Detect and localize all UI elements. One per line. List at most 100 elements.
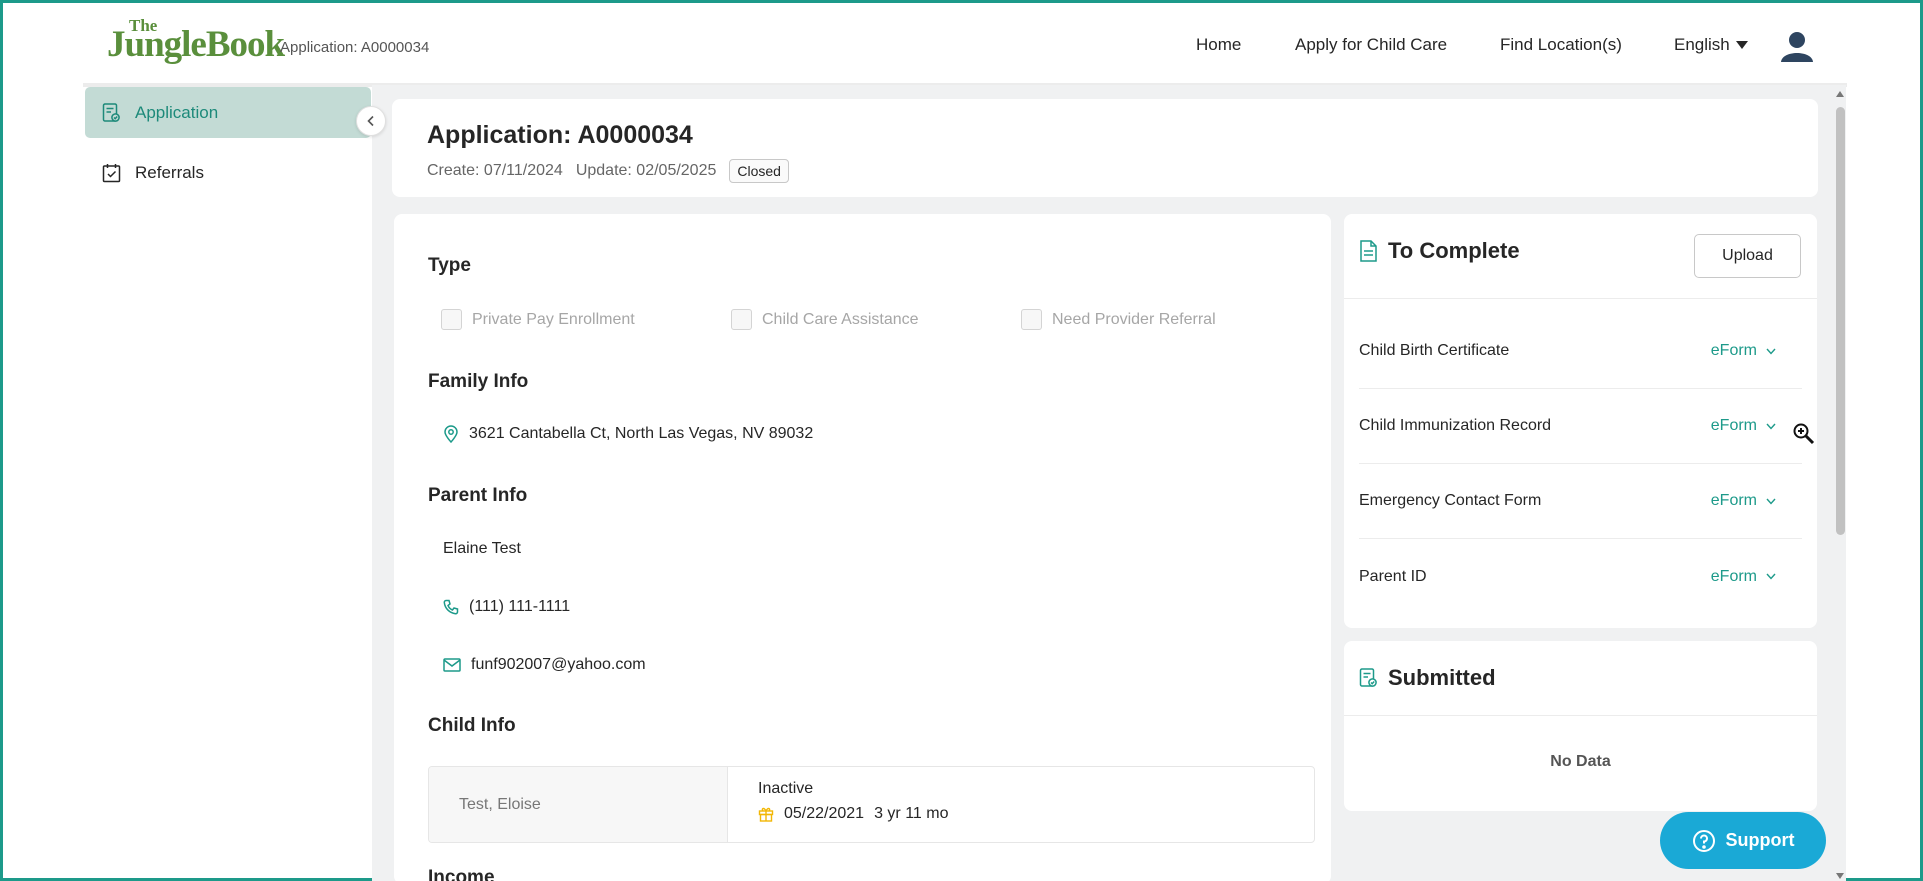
to-complete-title: To Complete — [1388, 238, 1520, 263]
type-section-title: Type — [428, 255, 471, 276]
family-address: 3621 Cantabella Ct, North Las Vegas, NV … — [443, 425, 813, 443]
checkbox-label: Need Provider Referral — [1052, 310, 1216, 328]
chevron-down-icon — [1766, 423, 1776, 430]
scrollbar-thumb[interactable] — [1836, 107, 1845, 535]
parent-phone: (111) 111-1111 — [443, 598, 570, 616]
top-header: The JungleBook Application: A0000034 Hom… — [3, 3, 1920, 87]
language-label: English — [1674, 35, 1730, 54]
document-row: Emergency Contact Form eForm — [1359, 464, 1802, 539]
need-provider-referral-checkbox[interactable]: Need Provider Referral — [1021, 309, 1216, 330]
application-header-card: Application: A0000034 Create: 07/11/2024… — [392, 99, 1818, 197]
parent-name: Elaine Test — [443, 540, 521, 558]
checkbox-label: Child Care Assistance — [762, 310, 919, 328]
eform-dropdown[interactable]: eForm — [1711, 568, 1776, 586]
phone-icon — [443, 599, 459, 615]
status-badge: Closed — [729, 159, 789, 183]
checkbox-box — [1021, 309, 1042, 330]
submitted-card: Submitted No Data — [1344, 641, 1817, 811]
family-info-title: Family Info — [428, 371, 529, 392]
collapse-sidebar-button[interactable] — [356, 106, 386, 136]
jungle-book-logo[interactable]: The JungleBook — [107, 17, 285, 67]
caret-down-icon — [1735, 41, 1748, 49]
chevron-down-icon — [1766, 348, 1776, 355]
language-selector[interactable]: English — [1674, 35, 1748, 55]
application-icon — [102, 102, 121, 123]
child-status: Inactive — [758, 780, 814, 797]
to-complete-header: To Complete — [1359, 238, 1520, 264]
child-info-row[interactable]: Test, Eloise Inactive 05/22/2021 3 yr 11… — [428, 766, 1315, 843]
type-checkbox-group: Private Pay Enrollment Child Care Assist… — [441, 309, 1216, 330]
parent-name-text: Elaine Test — [443, 540, 521, 557]
document-icon — [1359, 240, 1378, 262]
sidebar-item-referrals[interactable]: Referrals — [85, 147, 371, 198]
child-info-title: Child Info — [428, 715, 516, 736]
child-birthdate: 05/22/2021 3 yr 11 mo — [758, 805, 948, 823]
mail-icon — [443, 658, 461, 672]
submitted-header: Submitted — [1359, 665, 1496, 691]
card-divider — [1344, 298, 1817, 299]
parent-email: funf902007@yahoo.com — [443, 656, 646, 674]
document-name: Emergency Contact Form — [1359, 492, 1542, 509]
support-button[interactable]: Support — [1660, 812, 1826, 869]
eform-dropdown[interactable]: eForm — [1711, 417, 1776, 435]
user-avatar-icon[interactable] — [1779, 30, 1815, 62]
document-row: Child Birth Certificate eForm — [1359, 314, 1802, 389]
document-row: Parent ID eForm — [1359, 539, 1802, 614]
chevron-left-icon — [365, 115, 377, 127]
application-dates: Create: 07/11/2024 Update: 02/05/2025 Cl… — [427, 159, 789, 183]
sidebar-item-label: Application — [135, 102, 219, 122]
create-date: Create: 07/11/2024 — [427, 162, 563, 179]
checkbox-box — [441, 309, 462, 330]
nav-find-locations[interactable]: Find Location(s) — [1500, 35, 1622, 55]
document-row: Child Immunization Record eForm — [1359, 389, 1802, 464]
income-section-title: Income — [428, 867, 495, 881]
eform-dropdown[interactable]: eForm — [1711, 492, 1776, 510]
gift-icon — [758, 806, 774, 822]
submitted-document-icon — [1359, 668, 1378, 688]
scroll-up-arrow-icon[interactable] — [1835, 90, 1845, 98]
checkbox-label: Private Pay Enrollment — [472, 310, 635, 328]
to-complete-card: To Complete Upload Child Birth Certifica… — [1344, 214, 1817, 628]
page-scrollbar[interactable] — [1832, 87, 1848, 881]
logo-big-text: JungleBook — [107, 24, 285, 65]
eform-label: eForm — [1710, 492, 1757, 509]
nav-apply-for-child-care[interactable]: Apply for Child Care — [1295, 35, 1447, 55]
card-divider — [1344, 715, 1817, 716]
sidebar-divider — [372, 85, 378, 881]
checkbox-box — [731, 309, 752, 330]
sidebar-item-label: Referrals — [135, 162, 204, 182]
document-name: Child Immunization Record — [1359, 417, 1552, 434]
eform-label: eForm — [1710, 567, 1757, 585]
support-label: Support — [1725, 830, 1795, 850]
email-text: funf902007@yahoo.com — [471, 656, 646, 673]
chevron-down-icon — [1766, 498, 1776, 505]
document-name: Child Birth Certificate — [1359, 342, 1510, 359]
phone-text: (111) 111-1111 — [469, 598, 571, 615]
eform-dropdown[interactable]: eForm — [1711, 342, 1776, 360]
eform-label: eForm — [1710, 417, 1757, 434]
upload-button[interactable]: Upload — [1694, 234, 1801, 278]
zoom-cursor-icon — [1792, 422, 1816, 446]
update-date: Update: 02/05/2025 — [575, 162, 717, 179]
child-name: Test, Eloise — [429, 767, 728, 842]
location-pin-icon — [443, 425, 459, 443]
sidebar-item-application[interactable]: Application — [85, 87, 371, 138]
address-text: 3621 Cantabella Ct, North Las Vegas, NV … — [469, 425, 814, 442]
chevron-down-icon — [1766, 573, 1776, 580]
age-text: 3 yr 11 mo — [874, 805, 949, 822]
private-pay-enrollment-checkbox[interactable]: Private Pay Enrollment — [441, 309, 731, 330]
document-name: Parent ID — [1359, 567, 1427, 585]
parent-info-title: Parent Info — [428, 485, 528, 506]
submitted-title: Submitted — [1388, 665, 1496, 690]
eform-label: eForm — [1710, 342, 1757, 359]
header-application-id: Application: A0000034 — [280, 39, 430, 56]
page-title: Application: A0000034 — [427, 121, 693, 149]
scroll-down-arrow-icon[interactable] — [1835, 872, 1845, 880]
dob-text: 05/22/2021 — [784, 805, 865, 822]
nav-home[interactable]: Home — [1196, 35, 1241, 55]
no-data-text: No Data — [1550, 753, 1611, 770]
help-circle-icon — [1692, 829, 1716, 853]
calendar-check-icon — [102, 163, 121, 183]
child-details: Inactive 05/22/2021 3 yr 11 mo — [728, 767, 948, 842]
child-care-assistance-checkbox[interactable]: Child Care Assistance — [731, 309, 1021, 330]
